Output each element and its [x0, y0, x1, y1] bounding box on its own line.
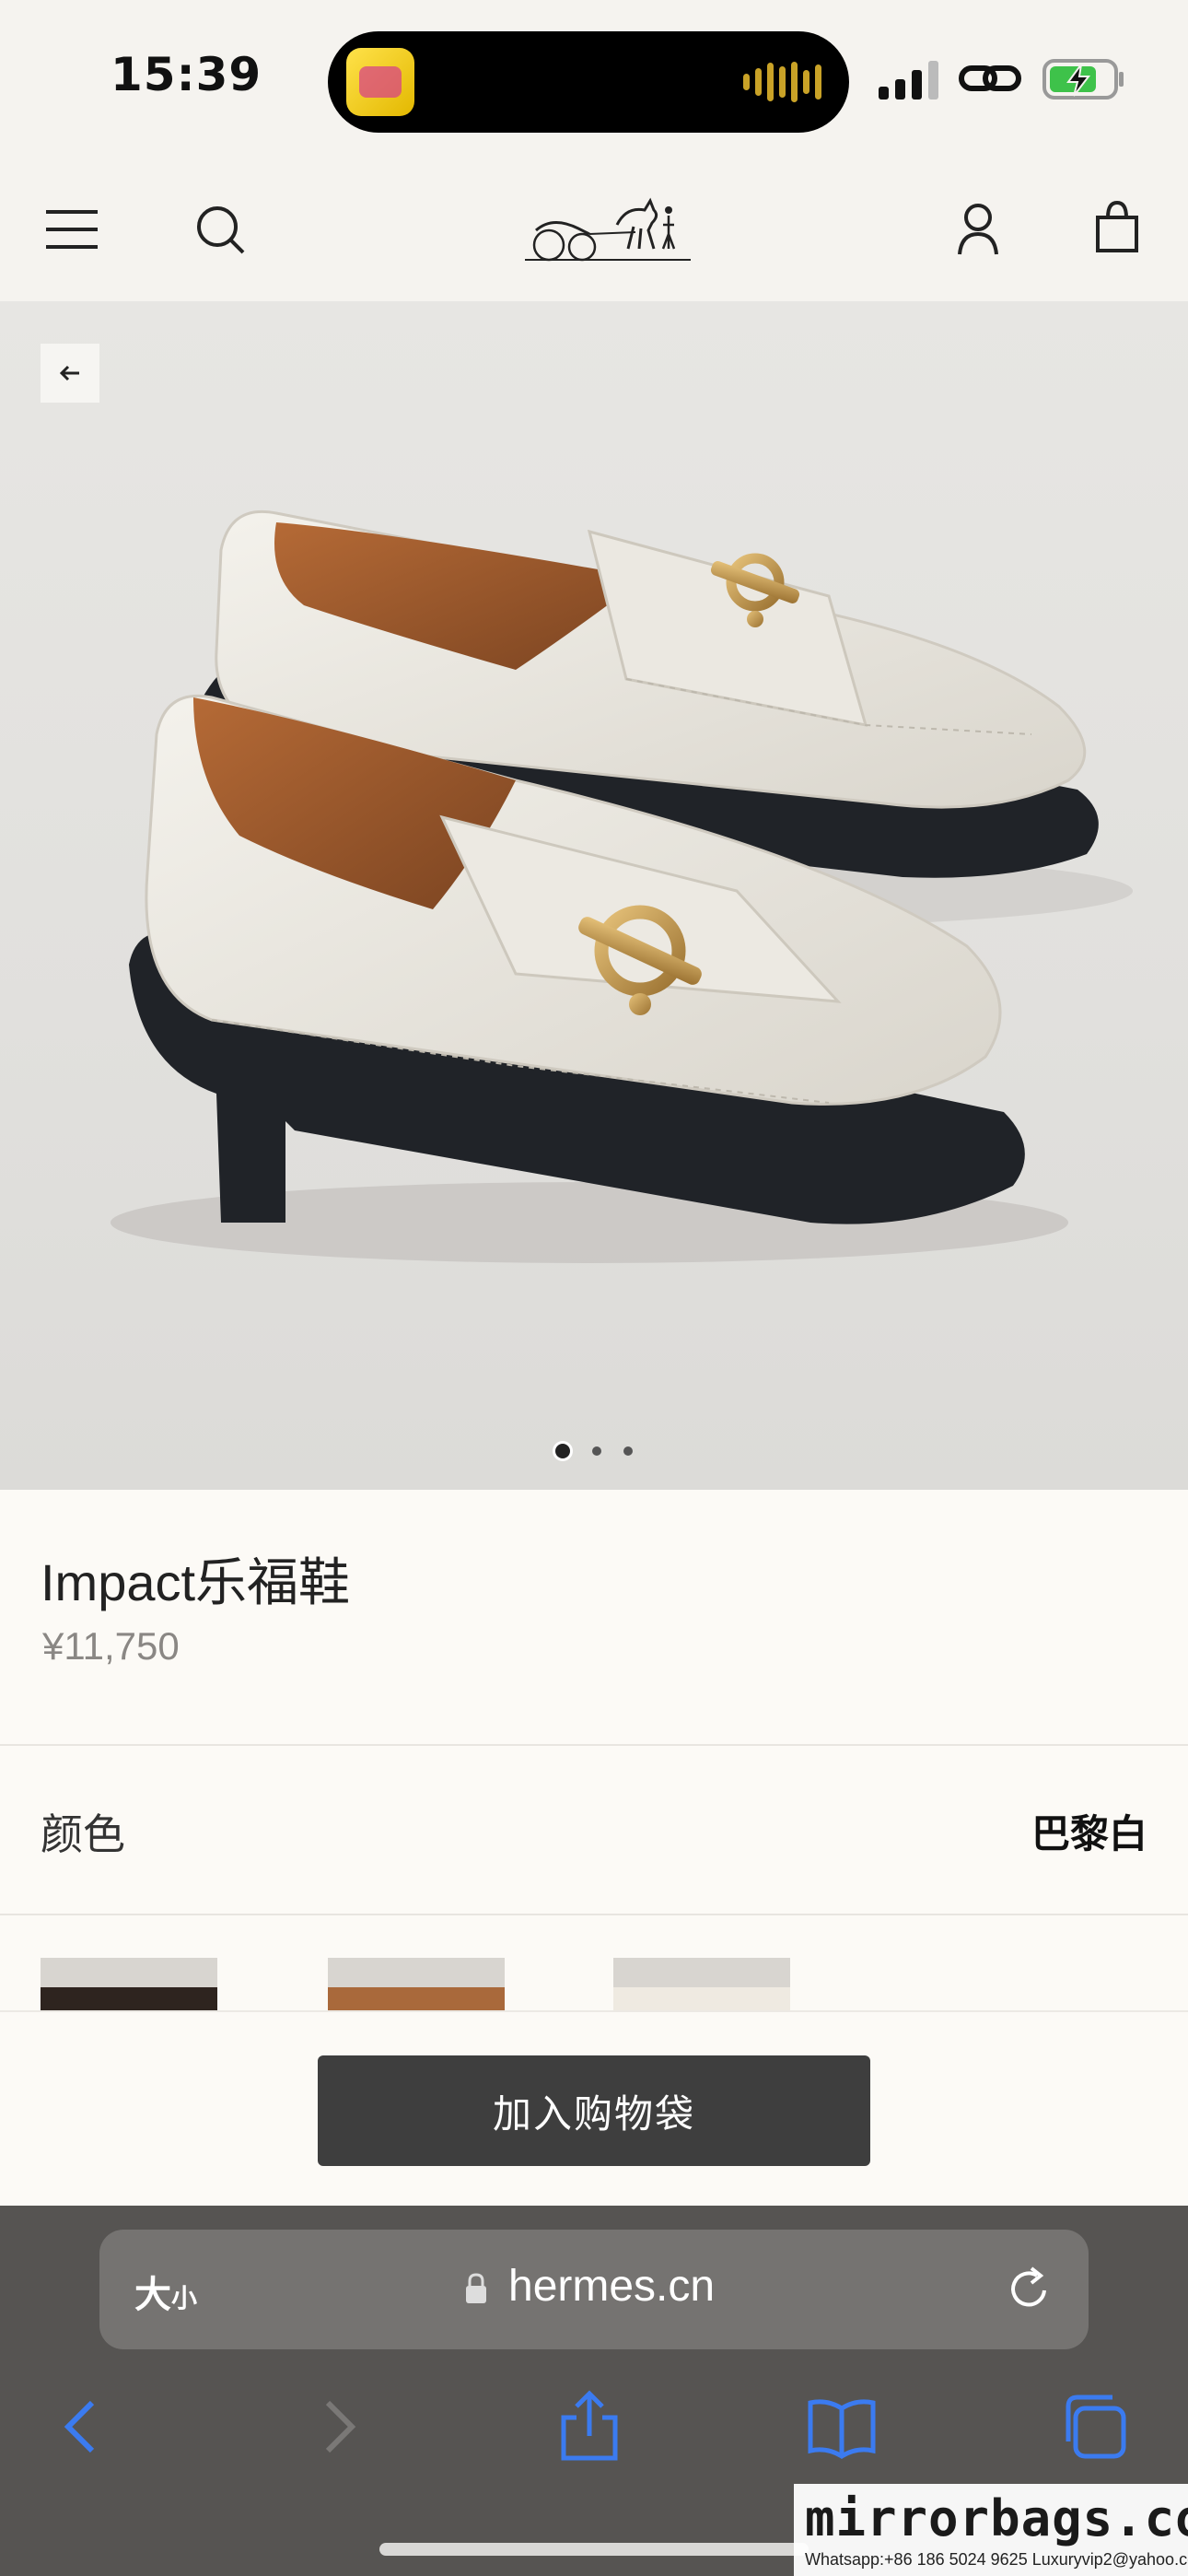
page: 15:39 Impact乐福鞋 ¥11,750 颜色 巴黎白 加入购物袋 大小 …	[0, 0, 1188, 2576]
url-text[interactable]: hermes.cn	[508, 2261, 715, 2312]
product-price: ¥11,750	[42, 1624, 180, 1668]
add-to-bag-button[interactable]: 加入购物袋	[318, 2055, 870, 2166]
gallery-back-button[interactable]	[41, 344, 99, 403]
watermark-title: mirrorbags.com	[805, 2489, 1188, 2547]
back-icon[interactable]	[44, 2390, 118, 2464]
swatch-white[interactable]	[613, 1958, 790, 2010]
text-size-button[interactable]: 大小	[134, 2265, 197, 2318]
gallery-dot[interactable]	[555, 1444, 570, 1458]
share-icon[interactable]	[553, 2390, 626, 2464]
status-bar: 15:39	[0, 0, 1188, 157]
watermark-subtitle: Whatsapp:+86 186 5024 9625 Luxuryvip2@ya…	[805, 2550, 1188, 2569]
gallery-dot[interactable]	[623, 1446, 633, 1456]
link-icon	[959, 65, 1021, 91]
text-size-small: 小	[171, 2283, 198, 2313]
reload-icon[interactable]	[1004, 2263, 1055, 2314]
product-image-gallery[interactable]	[0, 301, 1188, 1490]
forward-icon[interactable]	[302, 2390, 376, 2464]
bookmarks-icon[interactable]	[805, 2390, 879, 2464]
product-info: Impact乐福鞋 ¥11,750	[0, 1490, 1188, 1746]
color-value: 巴黎白	[1031, 1811, 1147, 1856]
product-title: Impact乐福鞋	[41, 1553, 351, 1611]
cta-bar: 加入购物袋	[0, 2010, 1188, 2207]
address-bar[interactable]: 大小 hermes.cn	[99, 2230, 1089, 2349]
swatch-tan[interactable]	[328, 1958, 505, 2010]
color-swatches	[0, 1915, 1188, 2010]
dynamic-island[interactable]	[328, 31, 849, 133]
account-icon[interactable]	[958, 203, 998, 256]
color-label: 颜色	[41, 1809, 125, 1859]
site-header	[0, 157, 1188, 301]
battery-charging-icon	[1042, 59, 1124, 100]
text-size-big: 大	[134, 2274, 171, 2316]
audio-wave-icon	[743, 59, 821, 105]
menu-icon[interactable]	[46, 208, 98, 251]
status-time: 15:39	[111, 48, 262, 101]
gallery-pagination	[0, 1444, 1188, 1458]
signal-icon	[879, 59, 938, 100]
color-selector-row[interactable]: 颜色 巴黎白	[0, 1746, 1188, 1915]
lock-icon	[466, 2273, 486, 2303]
arrow-left-icon	[59, 365, 79, 381]
tabs-icon[interactable]	[1057, 2390, 1131, 2464]
swatch-dark-brown[interactable]	[41, 1958, 217, 2010]
gallery-dot[interactable]	[592, 1446, 601, 1456]
search-icon[interactable]	[195, 205, 247, 256]
watermark: mirrorbags.com Whatsapp:+86 186 5024 962…	[794, 2484, 1188, 2576]
music-app-icon[interactable]	[346, 48, 414, 116]
home-indicator[interactable]	[379, 2543, 809, 2556]
hermes-logo[interactable]	[525, 188, 691, 265]
loafer-shoes-image	[111, 509, 1133, 1263]
shopping-bag-icon[interactable]	[1094, 201, 1140, 252]
